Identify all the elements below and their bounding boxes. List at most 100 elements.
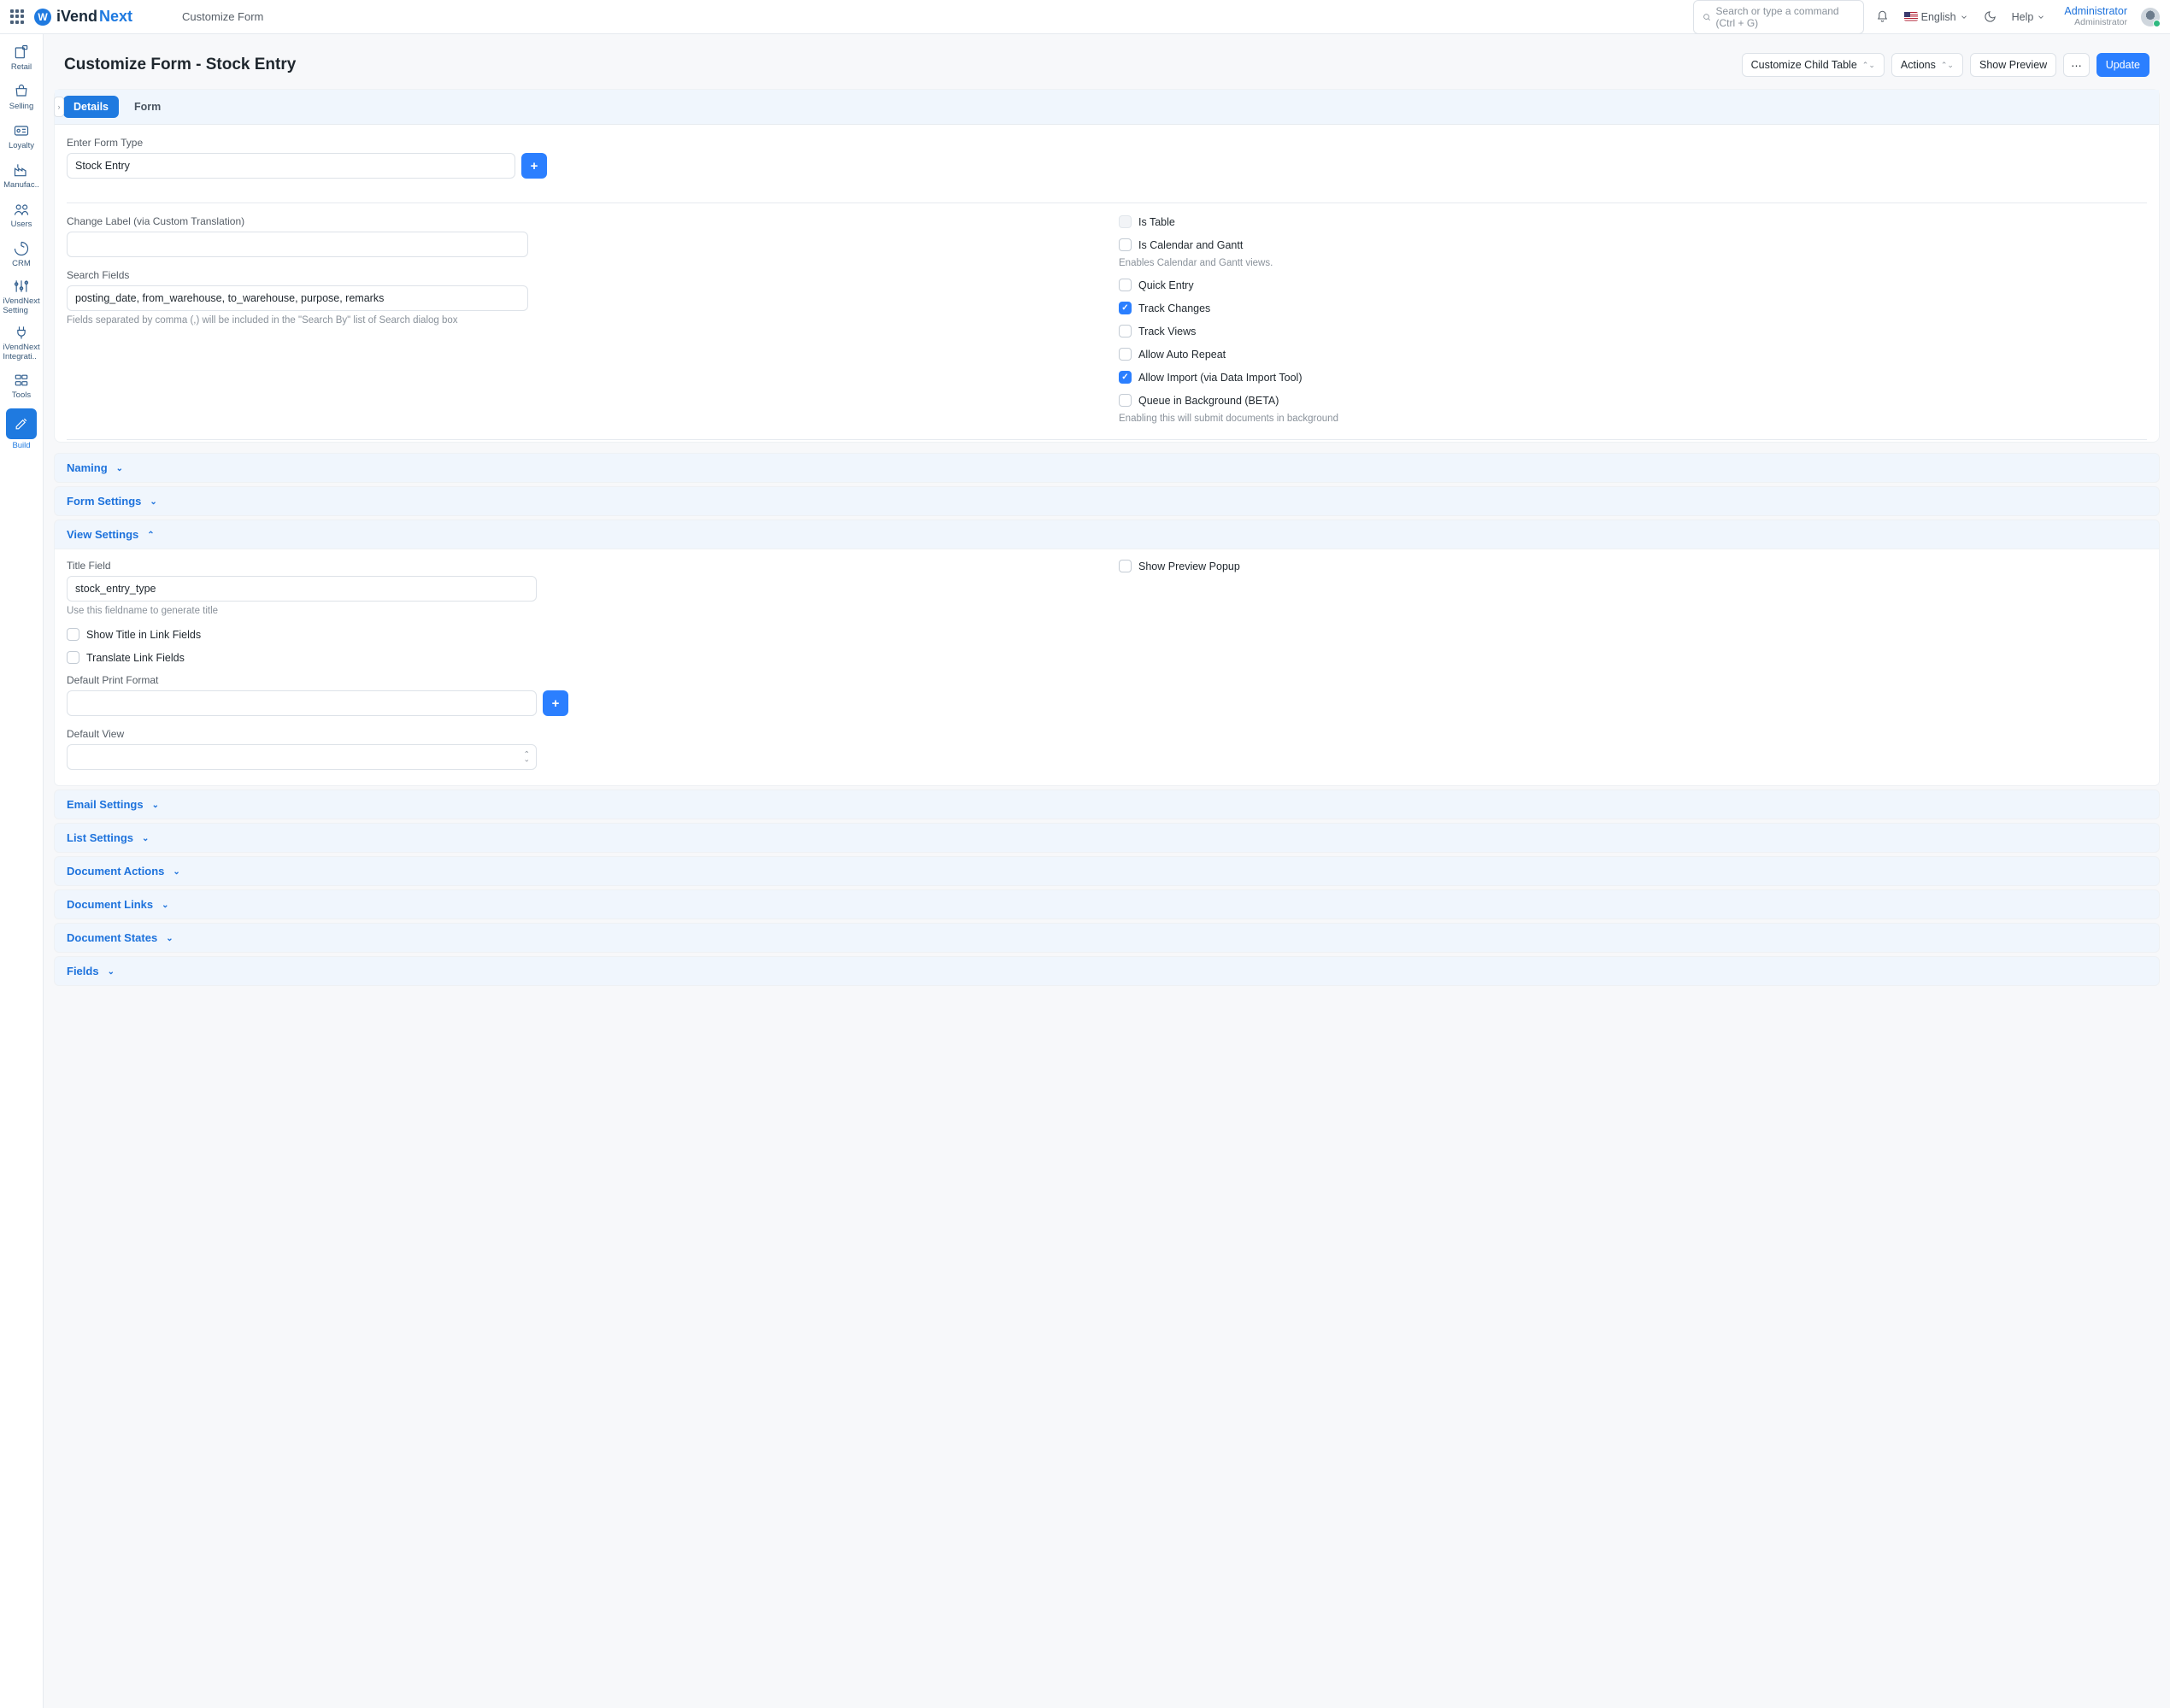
section-document-links-label: Document Links (67, 898, 153, 911)
factory-icon (13, 161, 30, 179)
more-button[interactable]: ⋯ (2063, 53, 2090, 77)
show-preview-button[interactable]: Show Preview (1970, 53, 2056, 77)
section-document-actions-label: Document Actions (67, 865, 164, 877)
translate-link-checkbox[interactable] (67, 651, 79, 664)
command-search-placeholder: Search or type a command (Ctrl + G) (1716, 5, 1855, 29)
nav-ivendnext-integration[interactable]: iVendNextIntegrati.. (0, 320, 43, 366)
chevron-down-icon: ⌄ (150, 497, 156, 507)
language-label: English (1921, 11, 1956, 23)
section-fields[interactable]: Fields ⌄ (54, 956, 2160, 986)
is-calendar-checkbox[interactable] (1119, 238, 1132, 251)
nav-retail[interactable]: Retail (0, 38, 43, 77)
section-email-settings[interactable]: Email Settings ⌄ (54, 789, 2160, 819)
title-field-input[interactable] (67, 576, 537, 602)
queue-bg-hint: Enabling this will submit documents in b… (1119, 414, 2147, 424)
theme-toggle[interactable] (1980, 7, 2000, 26)
add-print-format-button[interactable]: + (543, 690, 568, 716)
user-menu[interactable]: Administrator Administrator (2064, 6, 2127, 27)
nav-users[interactable]: Users (0, 195, 43, 234)
search-icon (1702, 12, 1711, 22)
allow-auto-repeat-label: Allow Auto Repeat (1138, 349, 1226, 361)
title-field-label: Title Field (67, 560, 1095, 572)
queue-bg-checkbox[interactable] (1119, 394, 1132, 407)
translate-link-label: Translate Link Fields (86, 652, 185, 664)
section-view-settings[interactable]: View Settings⌃ (54, 519, 2160, 549)
change-label-input[interactable] (67, 232, 528, 257)
language-switcher[interactable]: English (1901, 8, 1972, 26)
update-label: Update (2106, 59, 2140, 71)
crm-icon (13, 240, 30, 257)
command-search[interactable]: Search or type a command (Ctrl + G) (1693, 0, 1864, 34)
track-views-checkbox[interactable] (1119, 325, 1132, 337)
default-view-select[interactable] (67, 744, 537, 770)
nav-build[interactable]: Build (6, 408, 37, 439)
nav-manufacturing[interactable]: Manufac.. (0, 156, 43, 195)
search-fields-input[interactable] (67, 285, 528, 311)
default-print-input[interactable] (67, 690, 537, 716)
nav-ivendnext-setting[interactable]: iVendNextSetting (0, 273, 43, 320)
help-button[interactable]: Help (2008, 8, 2049, 26)
user-name: Administrator (2064, 6, 2127, 18)
section-naming-label: Naming (67, 461, 108, 474)
chevron-down-icon: ⌄ (166, 934, 173, 943)
section-form-settings-label: Form Settings (67, 495, 141, 508)
loyalty-icon (13, 122, 30, 139)
apps-grid-icon[interactable] (10, 9, 26, 25)
quick-entry-label: Quick Entry (1138, 279, 1194, 291)
nav-tools[interactable]: Tools (0, 366, 43, 405)
search-fields-label: Search Fields (67, 269, 1095, 281)
add-form-type-button[interactable]: + (521, 153, 547, 179)
user-role: Administrator (2064, 18, 2127, 28)
section-document-states[interactable]: Document States⌄ (54, 923, 2160, 953)
more-label: ⋯ (2071, 59, 2082, 72)
chevron-down-icon (1960, 13, 1968, 21)
title-field-hint: Use this fieldname to generate title (67, 606, 1095, 616)
chevron-down-icon: ⌄ (152, 801, 159, 810)
track-changes-checkbox[interactable] (1119, 302, 1132, 314)
enter-form-type-input[interactable] (67, 153, 515, 179)
is-calendar-hint: Enables Calendar and Gantt views. (1119, 258, 2147, 268)
bell-icon (1876, 10, 1889, 23)
moon-icon (1984, 10, 1997, 23)
nav-crm[interactable]: CRM (0, 234, 43, 273)
update-button[interactable]: Update (2096, 53, 2149, 77)
section-form-settings[interactable]: Form Settings ⌄ (54, 486, 2160, 516)
search-fields-hint: Fields separated by comma (,) will be in… (67, 315, 1095, 326)
show-preview-label: Show Preview (1979, 59, 2047, 71)
section-list-settings[interactable]: List Settings⌄ (54, 823, 2160, 853)
section-list-settings-label: List Settings (67, 831, 133, 844)
select-arrows-icon: ⌃⌄ (523, 752, 530, 763)
chevron-down-icon: ⌄ (162, 901, 168, 910)
chevron-down-icon: ⌄ (108, 967, 115, 977)
section-email-settings-label: Email Settings (67, 798, 144, 811)
allow-import-checkbox[interactable] (1119, 371, 1132, 384)
section-document-links[interactable]: Document Links ⌄ (54, 889, 2160, 919)
actions-label: Actions (1901, 59, 1936, 71)
quick-entry-checkbox[interactable] (1119, 279, 1132, 291)
section-naming[interactable]: Naming⌄ (54, 453, 2160, 483)
avatar[interactable] (2141, 8, 2160, 26)
notifications-button[interactable] (1873, 7, 1892, 26)
chevron-down-icon (2037, 13, 2045, 21)
actions-button[interactable]: Actions⌃⌄ (1891, 53, 1963, 77)
nav-loyalty[interactable]: Loyalty (0, 116, 43, 156)
us-flag-icon (1904, 12, 1918, 21)
default-print-label: Default Print Format (67, 674, 1095, 686)
queue-bg-label: Queue in Background (BETA) (1138, 395, 1279, 407)
nav-selling[interactable]: Selling (0, 77, 43, 116)
brand-logo[interactable]: W iVendNext (34, 8, 132, 26)
collapse-toggle[interactable]: › (54, 97, 64, 117)
section-document-actions[interactable]: Document Actions⌄ (54, 856, 2160, 886)
breadcrumb[interactable]: Customize Form (182, 10, 263, 23)
is-table-checkbox (1119, 215, 1132, 228)
tab-form[interactable]: Form (124, 96, 171, 118)
show-title-link-checkbox[interactable] (67, 628, 79, 641)
plug-icon (13, 324, 30, 341)
show-preview-popup-checkbox[interactable] (1119, 560, 1132, 572)
customize-child-table-button[interactable]: Customize Child Table⌃⌄ (1742, 53, 1885, 77)
default-view-label: Default View (67, 728, 1095, 740)
allow-auto-repeat-checkbox[interactable] (1119, 348, 1132, 361)
section-fields-label: Fields (67, 965, 99, 977)
tab-details[interactable]: Details (63, 96, 119, 118)
show-title-link-label: Show Title in Link Fields (86, 629, 201, 641)
